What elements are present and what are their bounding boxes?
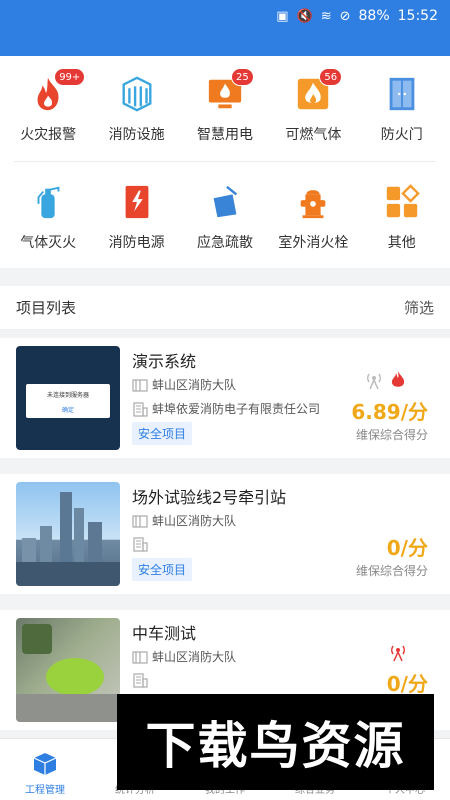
grid-item-label: 其他 bbox=[387, 235, 416, 251]
filter-button[interactable]: 筛选 bbox=[404, 297, 434, 318]
score-label: 维保综合得分 bbox=[355, 428, 428, 442]
thumbnail-dialog-button: 确定 bbox=[61, 407, 74, 414]
project-status-icons bbox=[364, 370, 408, 390]
project-name: 中车测试 bbox=[132, 624, 197, 643]
project-card[interactable]: 未连接到服务器 确定 演示系统 蚌山区消防大队 蚌埠依爱消防电子有限责任公司 安… bbox=[0, 338, 450, 466]
notification-badge: 56 bbox=[319, 68, 343, 86]
notification-badge: 25 bbox=[230, 68, 254, 86]
grid-item-fire-facility[interactable]: 消防设施 bbox=[93, 74, 181, 144]
tab-label: 工程管理 bbox=[25, 785, 65, 796]
grid-item-fire-door[interactable]: 防火门 bbox=[358, 74, 446, 144]
grid-item-outdoor-hydrant[interactable]: 室外消火栓 bbox=[269, 182, 357, 252]
dnd-icon: ⊘ bbox=[339, 8, 351, 24]
project-score: 6.89/分 bbox=[351, 400, 428, 424]
grid-item-emergency-evacuation[interactable]: 应急疏散 bbox=[181, 182, 269, 252]
signal-icon bbox=[367, 373, 381, 390]
project-brigade: 蚌山区消防大队 bbox=[132, 648, 236, 665]
building-icon bbox=[133, 537, 148, 552]
grid-item-label: 气体灭火 bbox=[20, 235, 77, 251]
project-score: 0/分 bbox=[386, 672, 428, 696]
cube-icon bbox=[33, 753, 57, 775]
outdoor-hydrant-icon bbox=[301, 190, 326, 219]
brigade-label: 蚌山区消防大队 bbox=[152, 650, 237, 664]
grid-item-fire-power[interactable]: 消防电源 bbox=[93, 182, 181, 252]
fire-facility-icon bbox=[122, 76, 152, 112]
tab-project-management[interactable]: 工程管理 bbox=[5, 751, 85, 796]
project-tag: 安全项目 bbox=[132, 558, 193, 581]
status-bar: ▣ 🔇 ≋ ⊘ 88% 15:52 bbox=[0, 0, 450, 32]
grid-item-label: 防火门 bbox=[380, 127, 423, 143]
grid-item-label: 智慧用电 bbox=[196, 127, 253, 143]
fire-status-icon bbox=[391, 371, 405, 387]
grid-item-label: 火灾报警 bbox=[20, 127, 77, 143]
building-icon bbox=[133, 673, 148, 688]
grid-divider bbox=[14, 161, 436, 162]
project-company bbox=[132, 672, 152, 688]
project-score: 0/分 bbox=[386, 536, 428, 560]
project-company bbox=[132, 536, 152, 552]
grid-item-combustible-gas[interactable]: 56 可燃气体 bbox=[269, 68, 357, 144]
section-separator bbox=[0, 268, 450, 286]
project-list-header: 项目列表 筛选 bbox=[0, 286, 450, 330]
fire-power-icon bbox=[125, 185, 148, 219]
brigade-label: 蚌山区消防大队 bbox=[152, 378, 237, 392]
grid-item-label: 消防电源 bbox=[108, 235, 165, 251]
grid-item-label: 消防设施 bbox=[108, 127, 165, 143]
grid-item-gas-extinguisher[interactable]: 气体灭火 bbox=[4, 182, 92, 252]
fire-door-icon bbox=[389, 77, 415, 111]
grid-item-other[interactable]: 其他 bbox=[358, 182, 446, 252]
project-brigade: 蚌山区消防大队 bbox=[132, 376, 236, 393]
other-grid-icon bbox=[386, 184, 420, 218]
signal-alert-icon bbox=[391, 645, 405, 662]
brigade-label: 蚌山区消防大队 bbox=[152, 514, 237, 528]
header-bar bbox=[0, 32, 450, 56]
building-icon bbox=[133, 401, 148, 417]
project-tag: 安全项目 bbox=[132, 422, 193, 445]
project-company: 蚌埠依爱消防电子有限责任公司 bbox=[132, 400, 320, 417]
grid-item-smart-electricity[interactable]: 25 智慧用电 bbox=[181, 68, 269, 144]
project-status-icons bbox=[388, 642, 408, 662]
project-thumbnail bbox=[16, 618, 120, 722]
watermark-overlay: 下载鸟资源 bbox=[117, 694, 434, 790]
grid-item-label: 可燃气体 bbox=[285, 127, 342, 143]
wifi-icon: ≋ bbox=[320, 8, 332, 24]
notification-badge: 99+ bbox=[54, 68, 86, 86]
project-card[interactable]: 场外试验线2号牵引站 蚌山区消防大队 安全项目 0/分 维保综合得分 bbox=[0, 474, 450, 602]
grid-item-fire-alarm[interactable]: 99+ 火灾报警 bbox=[4, 68, 92, 144]
mute-icon: 🔇 bbox=[296, 8, 313, 24]
project-brigade: 蚌山区消防大队 bbox=[132, 512, 236, 529]
project-thumbnail bbox=[16, 482, 120, 586]
grid-item-label: 室外消火栓 bbox=[278, 235, 349, 251]
project-thumbnail: 未连接到服务器 确定 bbox=[16, 346, 120, 450]
gas-extinguisher-icon bbox=[37, 186, 60, 219]
project-name: 场外试验线2号牵引站 bbox=[132, 488, 287, 507]
score-label: 维保综合得分 bbox=[355, 564, 428, 578]
brigade-icon bbox=[132, 650, 148, 664]
project-name: 演示系统 bbox=[132, 352, 197, 371]
emergency-evacuation-icon bbox=[213, 185, 238, 218]
clock: 15:52 bbox=[397, 8, 438, 24]
project-list-title: 项目列表 bbox=[16, 299, 77, 317]
grid-item-label: 应急疏散 bbox=[196, 235, 253, 251]
brigade-icon bbox=[132, 378, 148, 392]
sim-icon: ▣ bbox=[276, 8, 289, 24]
brigade-icon bbox=[132, 514, 148, 528]
battery-level: 88% bbox=[358, 8, 390, 24]
thumbnail-dialog-text: 未连接到服务器 bbox=[46, 392, 89, 399]
company-label: 蚌埠依爱消防电子有限责任公司 bbox=[152, 402, 321, 416]
function-grid: 99+ 火灾报警 消防设施 25 智慧用电 56 可燃气体 防火门 气体灭火 消… bbox=[0, 56, 450, 268]
